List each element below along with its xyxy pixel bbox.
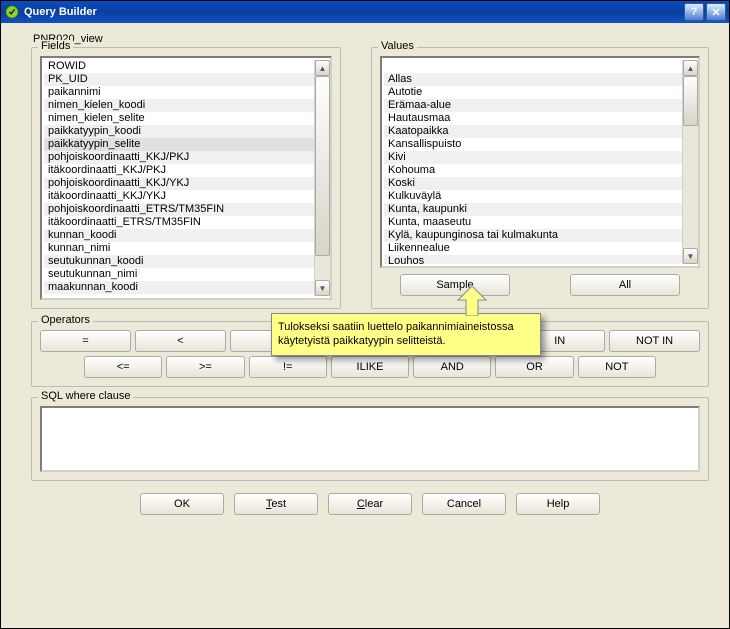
list-item[interactable]: pohjoiskoordinaatti_KKJ/YKJ (44, 177, 314, 190)
list-item[interactable]: Kulkuväylä (384, 190, 682, 203)
values-group: Values AllasAutotieErämaa-alueHautausmaa… (371, 47, 709, 309)
sql-label: SQL where clause (38, 390, 133, 402)
fields-label: Fields (38, 40, 73, 52)
scroll-thumb[interactable] (683, 76, 698, 126)
titlebar[interactable]: Query Builder ? ✕ (1, 1, 729, 23)
list-item[interactable]: Kohouma (384, 164, 682, 177)
close-button[interactable]: ✕ (706, 3, 726, 21)
operator-button[interactable]: OR (495, 356, 573, 378)
list-item[interactable]: Kunta, kaupunki (384, 203, 682, 216)
app-icon (4, 4, 20, 20)
window-title: Query Builder (24, 6, 684, 18)
view-name: PNR020_view (33, 33, 709, 45)
list-item[interactable]: seutukunnan_nimi (44, 268, 314, 281)
list-item[interactable]: Koski (384, 177, 682, 190)
list-item[interactable]: paikannimi (44, 86, 314, 99)
fields-scrollbar[interactable]: ▲ ▼ (314, 60, 330, 296)
operators-label: Operators (38, 314, 93, 326)
query-builder-window: Query Builder ? ✕ PNR020_view Fields ROW… (0, 0, 730, 629)
operator-button[interactable]: < (135, 330, 226, 352)
fields-listbox[interactable]: ROWIDPK_UIDpaikanniminimen_kielen_koodin… (40, 56, 332, 300)
list-item[interactable]: paikkatyypin_koodi (44, 125, 314, 138)
scroll-down-icon[interactable]: ▼ (315, 280, 330, 296)
scroll-thumb[interactable] (315, 76, 330, 256)
list-item[interactable]: ROWID (44, 60, 314, 73)
callout-arrow-icon (452, 286, 492, 316)
callout-line2: käytetyistä paikkatyypin selitteistä. (278, 334, 534, 348)
help-button[interactable]: Help (516, 493, 600, 515)
operator-button[interactable]: <= (84, 356, 162, 378)
cancel-button[interactable]: Cancel (422, 493, 506, 515)
clear-button[interactable]: Clear (328, 493, 412, 515)
list-item[interactable]: Kansallispuisto (384, 138, 682, 151)
list-item[interactable]: maakunnan_koodi (44, 281, 314, 294)
list-item[interactable]: Autotie (384, 86, 682, 99)
operator-button[interactable]: NOT IN (609, 330, 700, 352)
operator-button[interactable]: = (40, 330, 131, 352)
values-scrollbar[interactable]: ▲ ▼ (682, 60, 698, 264)
list-item[interactable]: Hautausmaa (384, 112, 682, 125)
list-item[interactable]: kunnan_koodi (44, 229, 314, 242)
scroll-up-icon[interactable]: ▲ (683, 60, 698, 76)
operator-button[interactable]: != (249, 356, 327, 378)
operator-button[interactable]: NOT (578, 356, 656, 378)
list-item[interactable]: seutukunnan_koodi (44, 255, 314, 268)
list-item[interactable]: nimen_kielen_selite (44, 112, 314, 125)
operator-button[interactable]: AND (413, 356, 491, 378)
list-item[interactable]: Kaatopaikka (384, 125, 682, 138)
annotation-callout: Tulokseksi saatiin luettelo paikannimiai… (271, 313, 541, 356)
fields-group: Fields ROWIDPK_UIDpaikanniminimen_kielen… (31, 47, 341, 309)
list-item[interactable]: Liikennealue (384, 242, 682, 255)
test-button[interactable]: Test (234, 493, 318, 515)
ok-button[interactable]: OK (140, 493, 224, 515)
sql-where-input[interactable] (40, 406, 700, 472)
list-item[interactable]: Erämaa-alue (384, 99, 682, 112)
list-item[interactable]: itäkoordinaatti_KKJ/PKJ (44, 164, 314, 177)
list-item[interactable]: Kunta, maaseutu (384, 216, 682, 229)
list-item[interactable]: paikkatyypin_selite (44, 138, 314, 151)
all-button[interactable]: All (570, 274, 680, 296)
operator-button[interactable]: >= (166, 356, 244, 378)
list-item[interactable] (384, 60, 682, 73)
sql-group: SQL where clause (31, 397, 709, 481)
scroll-up-icon[interactable]: ▲ (315, 60, 330, 76)
list-item[interactable]: Allas (384, 73, 682, 86)
list-item[interactable]: pohjoiskoordinaatti_KKJ/PKJ (44, 151, 314, 164)
list-item[interactable]: PK_UID (44, 73, 314, 86)
callout-line1: Tulokseksi saatiin luettelo paikannimiai… (278, 320, 534, 334)
list-item[interactable]: Louhos (384, 255, 682, 264)
list-item[interactable]: Kylä, kaupunginosa tai kulmakunta (384, 229, 682, 242)
list-item[interactable]: itäkoordinaatti_KKJ/YKJ (44, 190, 314, 203)
values-label: Values (378, 40, 417, 52)
list-item[interactable]: kunnan_nimi (44, 242, 314, 255)
operator-button[interactable]: ILIKE (331, 356, 409, 378)
list-item[interactable]: pohjoiskoordinaatti_ETRS/TM35FIN (44, 203, 314, 216)
scroll-down-icon[interactable]: ▼ (683, 248, 698, 264)
list-item[interactable]: Kivi (384, 151, 682, 164)
list-item[interactable]: itäkoordinaatti_ETRS/TM35FIN (44, 216, 314, 229)
list-item[interactable]: nimen_kielen_koodi (44, 99, 314, 112)
values-listbox[interactable]: AllasAutotieErämaa-alueHautausmaaKaatopa… (380, 56, 700, 268)
help-context-button[interactable]: ? (684, 3, 704, 21)
